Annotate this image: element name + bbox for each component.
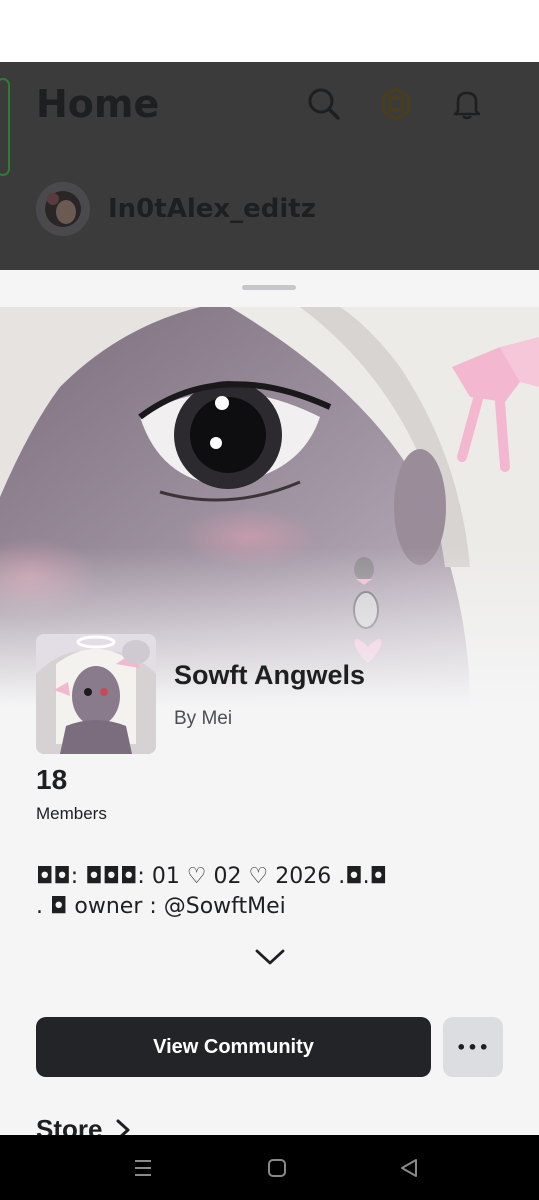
home-screen-dimmed: Home In0tAlex_editz [0,62,539,270]
chevron-down-icon[interactable] [253,946,287,968]
back-icon[interactable] [394,1153,424,1183]
status-bar [0,0,539,62]
robux-icon[interactable] [376,84,416,124]
sheet-drag-handle[interactable] [242,285,296,290]
home-nav-icon[interactable] [262,1153,292,1183]
bell-icon[interactable] [447,84,487,124]
store-section-link[interactable]: Store [36,1114,134,1135]
avatar [36,182,90,236]
members-count: 18 [36,764,68,795]
community-description-line1: ◘◘: ◘◘◘: 01 ♡ 02 ♡ 2026 .◘.◘ [36,864,388,889]
members-label: Members [36,804,107,823]
chevron-right-icon [116,1119,130,1135]
community-owner-label[interactable]: By Mei [174,708,232,730]
system-nav-bar [0,1135,539,1200]
page-title: Home [36,82,160,126]
more-options-icon: ••• [456,1037,490,1057]
community-name: Sowft Angwels [174,660,366,690]
side-tab-edge [0,78,10,176]
search-icon[interactable] [304,84,344,124]
more-options-button[interactable]: ••• [443,1017,503,1077]
username: In0tAlex_editz [108,194,316,224]
recents-icon[interactable] [128,1153,158,1183]
user-row[interactable]: In0tAlex_editz [36,182,316,236]
store-label: Store [36,1114,103,1135]
view-community-button[interactable]: View Community [36,1017,431,1077]
community-bottom-sheet: Sowft Angwels By Mei 18 Members ◘◘: ◘◘◘:… [0,270,539,1135]
community-thumbnail [36,634,156,754]
